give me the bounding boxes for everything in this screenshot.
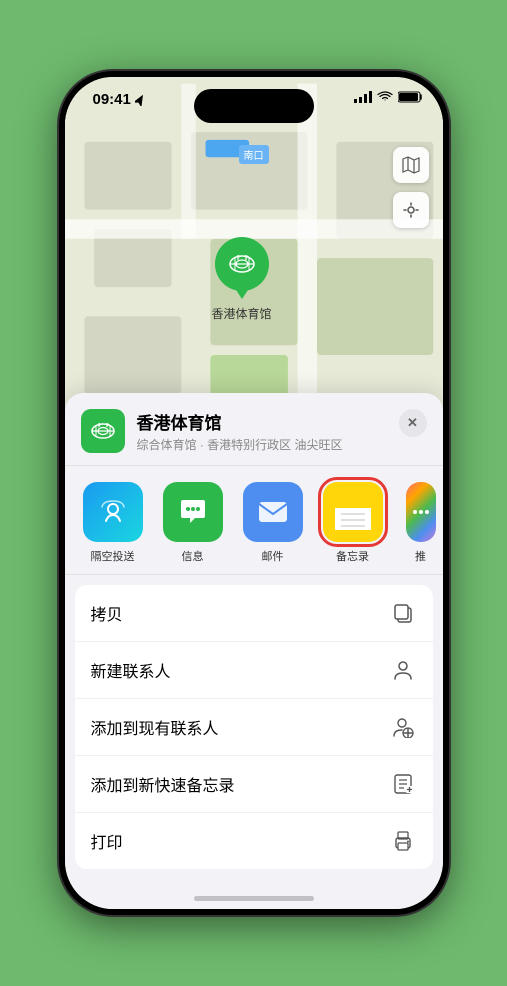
- copy-label: 拷贝: [91, 601, 123, 625]
- person-add-symbol: [392, 716, 414, 738]
- bottom-sheet: 香港体育馆 综合体育馆 · 香港特别行政区 油尖旺区 ✕: [65, 393, 443, 909]
- messages-symbol: [177, 496, 209, 528]
- close-button[interactable]: ✕: [399, 409, 427, 437]
- notes-label: 备忘录: [336, 548, 369, 564]
- action-list: 拷贝 新建联系人: [75, 585, 433, 869]
- venue-sheet-stadium-icon: [89, 417, 117, 445]
- map-controls[interactable]: [393, 147, 429, 228]
- new-contact-label: 新建联系人: [91, 658, 171, 682]
- new-contact-icon: [389, 656, 417, 684]
- stadium-icon: [226, 249, 256, 279]
- share-item-notes[interactable]: 备忘录: [321, 482, 385, 564]
- map-type-button[interactable]: [393, 147, 429, 183]
- location-icon: [403, 202, 419, 218]
- print-label: 打印: [91, 829, 123, 853]
- map-type-icon: [402, 156, 420, 174]
- time-text: 09:41: [93, 91, 131, 108]
- share-item-mail[interactable]: 邮件: [241, 482, 305, 564]
- wifi-icon: [377, 91, 393, 103]
- add-contact-icon: [389, 713, 417, 741]
- mail-label: 邮件: [262, 548, 284, 564]
- share-row: 隔空投送 信息: [65, 466, 443, 575]
- venue-pin: 香港体育馆: [211, 237, 271, 322]
- venue-title: 香港体育馆: [137, 409, 387, 434]
- quick-note-label: 添加到新快速备忘录: [91, 772, 235, 796]
- note-symbol: [392, 773, 414, 795]
- phone-frame: 09:41: [59, 71, 449, 915]
- signal-icon: [354, 91, 372, 103]
- home-indicator: [194, 896, 314, 901]
- action-item-add-contact[interactable]: 添加到现有联系人: [75, 699, 433, 756]
- messages-icon: [163, 482, 223, 542]
- mail-icon: [243, 482, 303, 542]
- venue-pin-circle: [214, 237, 268, 291]
- map-label-text: 南口: [244, 151, 264, 162]
- venue-sheet-icon: [81, 409, 125, 453]
- sheet-bottom-spacing: [65, 879, 443, 909]
- airdrop-label: 隔空投送: [91, 548, 135, 564]
- action-item-quick-note[interactable]: 添加到新快速备忘录: [75, 756, 433, 813]
- airdrop-symbol: [98, 497, 128, 527]
- more-label: 推: [415, 548, 426, 564]
- copy-symbol: [392, 602, 414, 624]
- airdrop-icon: [83, 482, 143, 542]
- status-bar: 09:41: [65, 77, 443, 127]
- action-item-new-contact[interactable]: 新建联系人: [75, 642, 433, 699]
- venue-map-label: 香港体育馆: [211, 305, 271, 322]
- venue-subtitle: 综合体育馆 · 香港特别行政区 油尖旺区: [137, 436, 387, 453]
- sheet-header: 香港体育馆 综合体育馆 · 香港特别行政区 油尖旺区 ✕: [65, 393, 443, 466]
- phone-screen: 09:41: [65, 77, 443, 909]
- print-icon: [389, 827, 417, 855]
- share-item-airdrop[interactable]: 隔空投送: [81, 482, 145, 564]
- more-icon: [406, 482, 436, 542]
- action-item-print[interactable]: 打印: [75, 813, 433, 869]
- dynamic-island: [194, 89, 314, 123]
- notes-icon: [323, 482, 383, 542]
- venue-info: 香港体育馆 综合体育馆 · 香港特别行政区 油尖旺区: [137, 409, 387, 453]
- print-symbol: [392, 830, 414, 852]
- share-item-messages[interactable]: 信息: [161, 482, 225, 564]
- location-button[interactable]: [393, 192, 429, 228]
- more-symbol: [411, 502, 431, 522]
- action-item-copy[interactable]: 拷贝: [75, 585, 433, 642]
- location-arrow-icon: [135, 94, 145, 106]
- share-item-more[interactable]: 推: [401, 482, 441, 564]
- status-time: 09:41: [93, 91, 145, 108]
- person-symbol: [392, 659, 414, 681]
- status-bar-right: [354, 91, 423, 103]
- quick-note-icon: [389, 770, 417, 798]
- map-north-gate-label: 南口: [239, 145, 269, 164]
- copy-icon: [389, 599, 417, 627]
- mail-symbol: [257, 500, 289, 524]
- notes-symbol: [335, 494, 371, 530]
- battery-icon: [398, 91, 423, 103]
- add-contact-label: 添加到现有联系人: [91, 715, 219, 739]
- close-icon: ✕: [407, 415, 418, 431]
- messages-label: 信息: [182, 548, 204, 564]
